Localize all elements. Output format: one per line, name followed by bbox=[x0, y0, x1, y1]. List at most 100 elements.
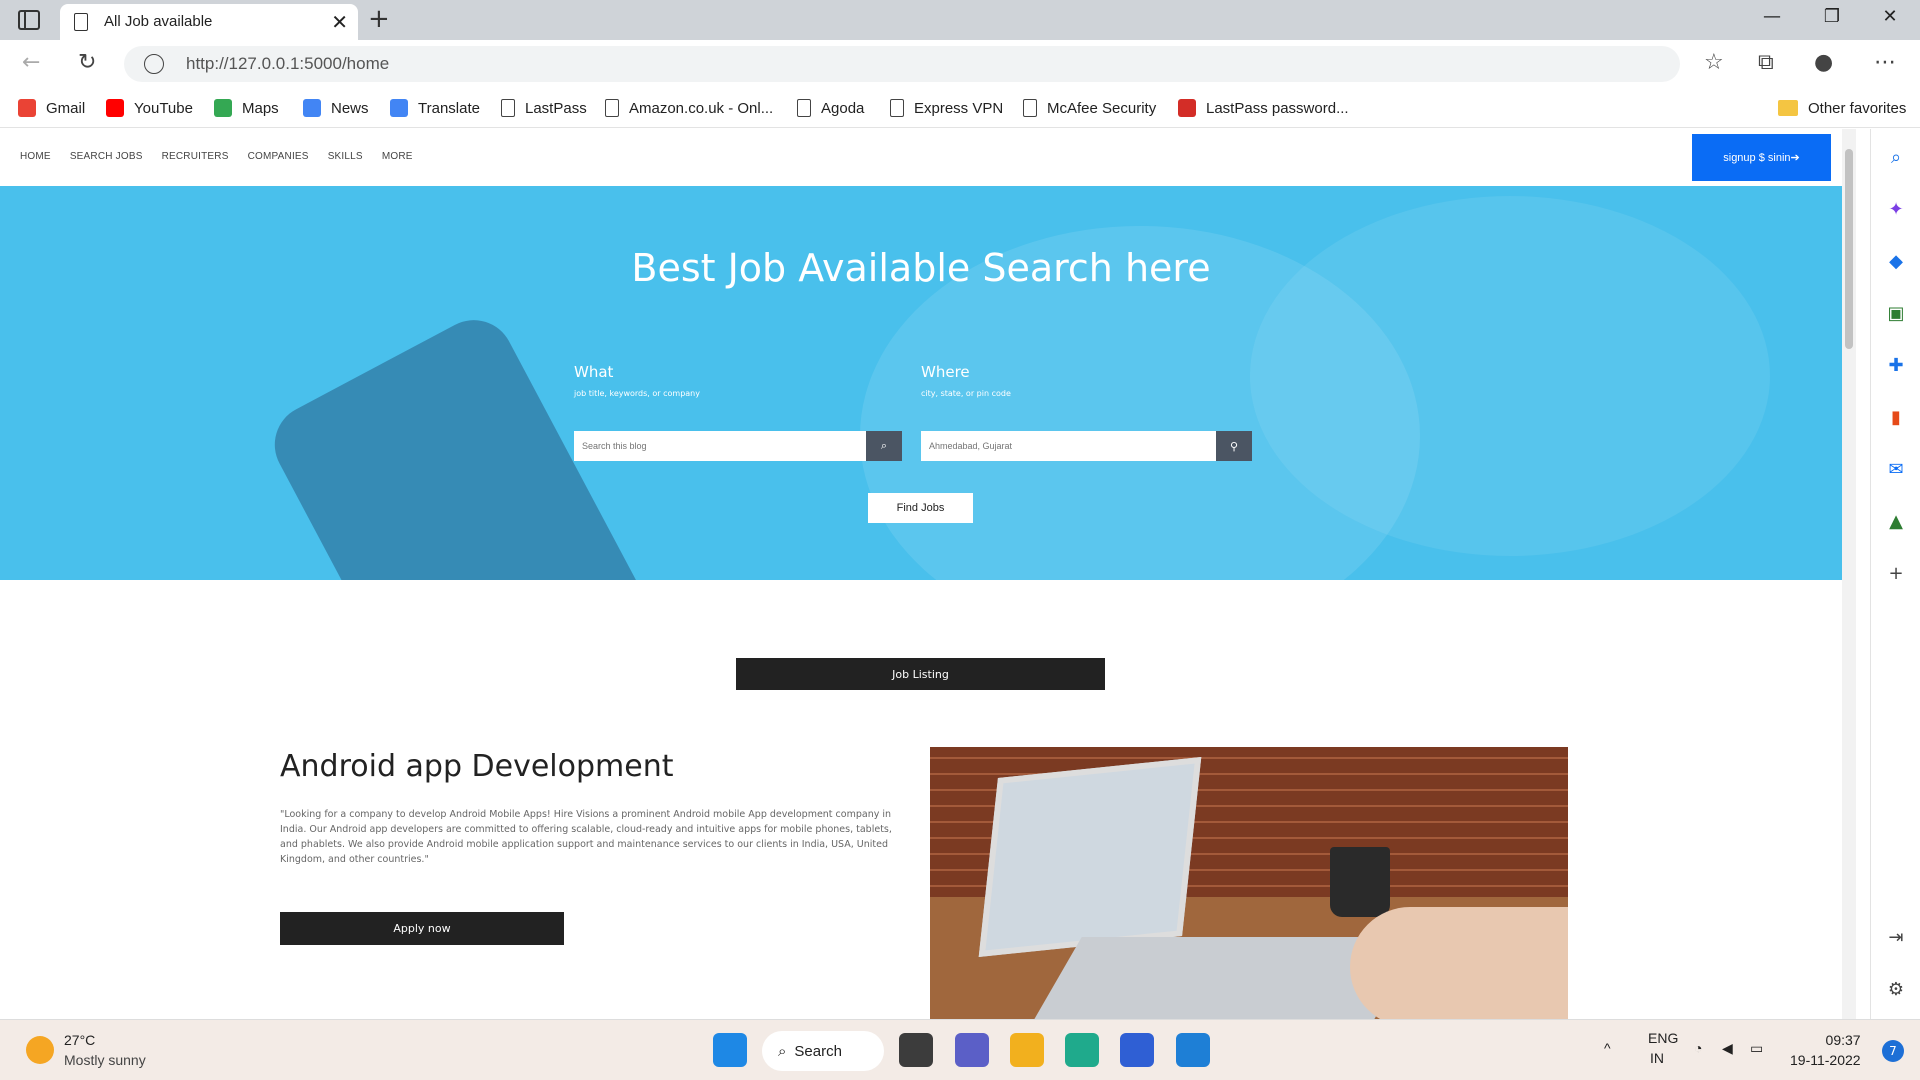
browser-tab[interactable]: All Job available ✕ bbox=[60, 4, 358, 40]
bookmark-agoda[interactable]: Agoda bbox=[797, 96, 864, 120]
language[interactable]: ENG bbox=[1648, 1030, 1678, 1046]
outlook-icon[interactable]: ✉ bbox=[1884, 457, 1908, 481]
page-icon bbox=[605, 99, 619, 117]
map-pin-icon: ⚲ bbox=[1229, 439, 1239, 453]
region[interactable]: IN bbox=[1650, 1050, 1664, 1066]
start-icon[interactable] bbox=[713, 1033, 747, 1067]
where-field bbox=[921, 431, 1216, 461]
gmail-icon bbox=[18, 99, 36, 117]
what-search-button[interactable]: ⌕ bbox=[866, 431, 902, 461]
minimize-icon[interactable]: — bbox=[1752, 6, 1792, 27]
tab-actions-icon[interactable] bbox=[18, 10, 40, 30]
scrollbar-thumb[interactable] bbox=[1845, 149, 1853, 349]
vscode-icon[interactable] bbox=[1176, 1033, 1210, 1067]
menu-more[interactable]: MORE bbox=[382, 151, 413, 162]
menu-companies[interactable]: COMPANIES bbox=[248, 151, 309, 162]
bookmark-label: Express VPN bbox=[914, 99, 1004, 117]
where-hint: city, state, or pin code bbox=[921, 389, 1011, 398]
collections-icon[interactable]: ⧉ bbox=[1758, 50, 1774, 75]
search-icon[interactable]: ⌕ bbox=[1884, 145, 1908, 169]
add-icon[interactable]: + bbox=[1884, 561, 1908, 585]
task-view-icon[interactable] bbox=[899, 1033, 933, 1067]
bookmark-label: LastPass bbox=[525, 99, 587, 117]
where-location-input[interactable] bbox=[921, 431, 1216, 461]
page-icon bbox=[74, 13, 88, 31]
refresh-icon[interactable]: ↻ bbox=[78, 50, 96, 75]
what-search-input[interactable] bbox=[574, 431, 866, 461]
shopping-icon[interactable]: ◆ bbox=[1884, 249, 1908, 273]
signup-signin-button[interactable]: signup $ sinin➔ bbox=[1692, 134, 1831, 181]
translate-icon bbox=[390, 99, 408, 117]
bookmark-label: Agoda bbox=[821, 99, 865, 117]
chat-icon[interactable] bbox=[955, 1033, 989, 1067]
games-icon[interactable]: ✚ bbox=[1884, 353, 1908, 377]
notification-badge[interactable]: 7 bbox=[1882, 1040, 1904, 1062]
split-screen-icon[interactable]: ⇥ bbox=[1884, 925, 1908, 949]
page-icon bbox=[1023, 99, 1037, 117]
close-window-icon[interactable]: ✕ bbox=[1870, 6, 1910, 27]
weather-temperature: 27°C bbox=[64, 1032, 96, 1048]
copilot-icon[interactable]: ✦ bbox=[1884, 197, 1908, 221]
bookmark-label: McAfee Security bbox=[1047, 99, 1157, 117]
bookmark-gmail[interactable]: Gmail bbox=[18, 96, 85, 120]
menu-skills[interactable]: SKILLS bbox=[328, 151, 363, 162]
site-navbar: HOME SEARCH JOBS RECRUITERS COMPANIES SK… bbox=[0, 129, 1842, 186]
main-menu: HOME SEARCH JOBS RECRUITERS COMPANIES SK… bbox=[20, 151, 432, 162]
file-explorer-icon[interactable] bbox=[1010, 1033, 1044, 1067]
find-jobs-button[interactable]: Find Jobs bbox=[868, 493, 973, 523]
drop-icon[interactable]: ▲ bbox=[1884, 509, 1908, 533]
tab-title: All Job available bbox=[104, 13, 213, 30]
bookmark-label: Amazon.co.uk - Onl... bbox=[629, 99, 774, 117]
bookmark-express-vpn[interactable]: Express VPN bbox=[890, 96, 1003, 120]
bookmark-lastpass[interactable]: LastPass bbox=[501, 96, 587, 120]
bookmark-maps[interactable]: Maps bbox=[214, 96, 279, 120]
bookmark-mcafee[interactable]: McAfee Security bbox=[1023, 96, 1156, 120]
bookmark-lastpass-password[interactable]: LastPass password... bbox=[1178, 96, 1349, 120]
job-listing-button[interactable]: Job Listing bbox=[736, 658, 1105, 690]
settings-icon[interactable]: ⚙ bbox=[1884, 977, 1908, 1001]
menu-recruiters[interactable]: RECRUITERS bbox=[162, 151, 229, 162]
edge-icon[interactable] bbox=[1065, 1033, 1099, 1067]
url-field[interactable]: http://127.0.0.1:5000/home bbox=[124, 46, 1680, 82]
job-title: Android app Development bbox=[280, 749, 674, 784]
menu-search-jobs[interactable]: SEARCH JOBS bbox=[70, 151, 143, 162]
page-scrollbar[interactable] bbox=[1842, 129, 1856, 1019]
restore-icon[interactable]: ❐ bbox=[1812, 6, 1852, 27]
hands bbox=[1350, 907, 1568, 1019]
new-tab-icon[interactable]: + bbox=[368, 4, 390, 34]
job-photo bbox=[930, 747, 1568, 1019]
clock[interactable]: 09:37 19-11-2022 bbox=[1790, 1030, 1861, 1070]
apply-now-button[interactable]: Apply now bbox=[280, 912, 564, 945]
taskbar-search[interactable]: ⌕ Search bbox=[762, 1031, 884, 1071]
battery-icon[interactable]: ▭ bbox=[1750, 1040, 1763, 1057]
search-icon: ⌕ bbox=[778, 1042, 787, 1060]
where-label: Where bbox=[921, 363, 970, 381]
weather-icon[interactable] bbox=[26, 1036, 54, 1064]
more-icon[interactable]: ⋯ bbox=[1874, 50, 1896, 75]
page-viewport: HOME SEARCH JOBS RECRUITERS COMPANIES SK… bbox=[0, 129, 1842, 1019]
tools-icon[interactable]: ▣ bbox=[1884, 301, 1908, 325]
office-icon[interactable]: ▮ bbox=[1884, 405, 1908, 429]
volume-icon[interactable]: ◀ bbox=[1722, 1040, 1733, 1057]
bookmark-youtube[interactable]: YouTube bbox=[106, 96, 193, 120]
favorites-icon[interactable]: ☆ bbox=[1704, 50, 1724, 75]
globe-icon bbox=[144, 54, 164, 74]
wifi-icon[interactable]: ◔ bbox=[1694, 1040, 1702, 1056]
menu-home[interactable]: HOME bbox=[20, 151, 51, 162]
location-button[interactable]: ⚲ bbox=[1216, 431, 1252, 461]
folder-icon bbox=[1778, 100, 1798, 116]
close-tab-icon[interactable]: ✕ bbox=[331, 10, 348, 34]
tab-bar: All Job available ✕ + — ❐ ✕ bbox=[0, 0, 1920, 40]
bookmark-news[interactable]: News bbox=[303, 96, 369, 120]
bookmark-amazon[interactable]: Amazon.co.uk - Onl... bbox=[605, 96, 773, 120]
profile-icon[interactable]: ● bbox=[1814, 50, 1833, 75]
what-field bbox=[574, 431, 866, 461]
chevron-up-icon[interactable]: ^ bbox=[1604, 1040, 1611, 1056]
youtube-icon bbox=[106, 99, 124, 117]
store-icon[interactable] bbox=[1120, 1033, 1154, 1067]
bookmark-translate[interactable]: Translate bbox=[390, 96, 480, 120]
back-icon[interactable]: ← bbox=[22, 50, 40, 75]
bookmark-label: Translate bbox=[418, 99, 480, 117]
other-favorites[interactable]: Other favorites bbox=[1778, 96, 1906, 120]
hero-banner: Best Job Available Search here What job … bbox=[0, 186, 1842, 580]
